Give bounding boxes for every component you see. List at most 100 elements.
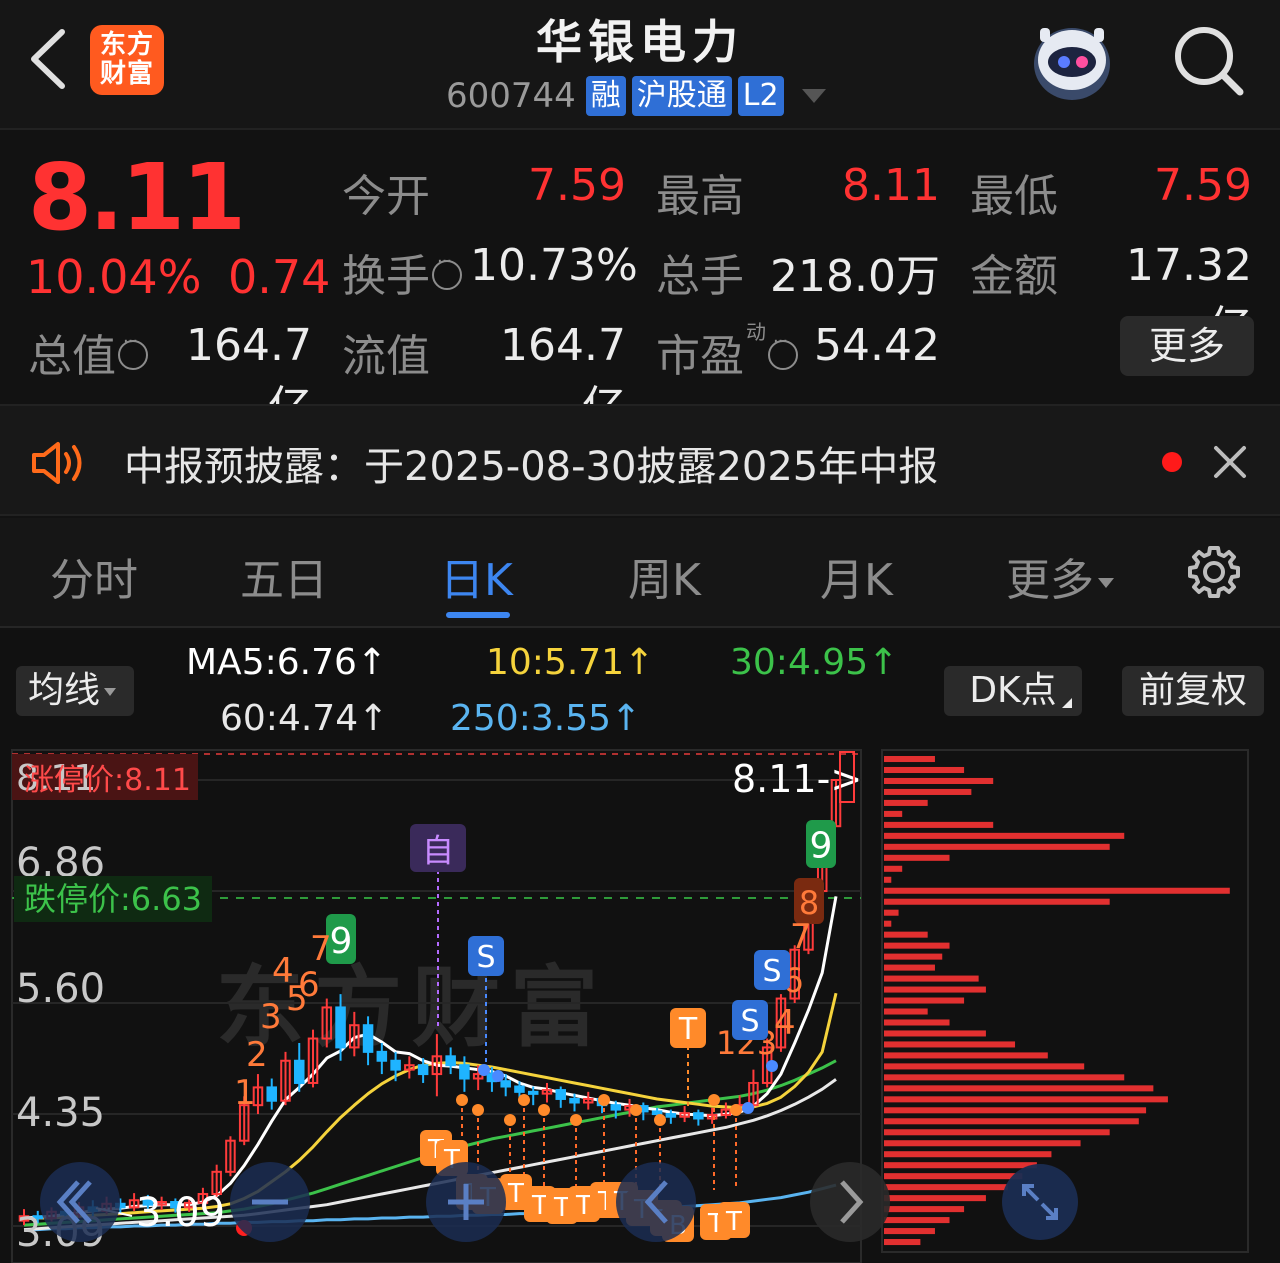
t-marker-top: T bbox=[670, 1008, 706, 1048]
candle-body bbox=[514, 1085, 525, 1093]
market-cap-label-text: 总值 bbox=[28, 331, 116, 382]
dk-dot bbox=[538, 1104, 550, 1116]
sequence-number: 6 bbox=[298, 965, 320, 1005]
candle-body bbox=[555, 1089, 567, 1100]
profile-bar bbox=[884, 1063, 1085, 1070]
stock-subtitle[interactable]: 600744 融 沪股通 L2 bbox=[446, 74, 826, 118]
candle-body bbox=[651, 1110, 663, 1116]
candle-body bbox=[417, 1064, 429, 1076]
s-marker-2: S bbox=[754, 950, 790, 990]
profile-bar bbox=[884, 1052, 1048, 1059]
candle bbox=[693, 1109, 704, 1126]
tab-five-day[interactable]: 五日 bbox=[240, 544, 328, 608]
unread-dot bbox=[1162, 452, 1182, 472]
scroll-left-button[interactable] bbox=[40, 1162, 120, 1242]
robot-assistant-icon[interactable] bbox=[1026, 16, 1118, 104]
tab-daily-k[interactable]: 日K bbox=[440, 544, 513, 608]
market-cap-label[interactable]: 总值 bbox=[28, 320, 148, 384]
dk-dot bbox=[730, 1104, 742, 1116]
close-icon[interactable] bbox=[1210, 442, 1250, 482]
float-cap-label: 流值 bbox=[342, 331, 430, 382]
fullscreen-button[interactable] bbox=[1002, 1164, 1078, 1240]
profile-bar bbox=[884, 1217, 950, 1224]
profile-bar bbox=[884, 953, 943, 960]
quote-panel: 8.11 10.04% 0.74 今开 7.59 最高 8.11 最低 7.59… bbox=[0, 132, 1280, 433]
info-icon[interactable] bbox=[768, 331, 798, 370]
tab-more-label: 更多 bbox=[1006, 555, 1094, 606]
profile-bar bbox=[884, 1096, 1168, 1103]
candle bbox=[679, 1106, 690, 1123]
dk-dot bbox=[504, 1114, 516, 1126]
profile-bar bbox=[884, 898, 1110, 905]
tab-weekly-k[interactable]: 周K bbox=[628, 544, 701, 608]
gear-icon[interactable] bbox=[1186, 544, 1242, 600]
candle bbox=[583, 1091, 594, 1110]
kline-chart-area: 均线 MA5:6.76↑ 10:5.71↑ 30:4.95↑ 60:4.74↑ … bbox=[0, 630, 1280, 1263]
period-tabs: 分时 五日 日K 周K 月K 更多 bbox=[0, 518, 1280, 628]
dk-t-marker-text: T bbox=[553, 1193, 570, 1223]
profile-bar bbox=[884, 986, 986, 993]
t-marker-top-text: T bbox=[678, 1012, 698, 1047]
active-tab-indicator bbox=[446, 612, 510, 618]
candle-body bbox=[569, 1097, 580, 1104]
zoom-in-button[interactable] bbox=[426, 1162, 506, 1242]
candle-body bbox=[445, 1055, 456, 1067]
dk-t-marker: T bbox=[718, 1202, 750, 1238]
turnover-value: 10.73% bbox=[470, 240, 638, 291]
profile-bar bbox=[884, 942, 950, 949]
nine-marker-2-text: 9 bbox=[810, 825, 833, 866]
pe-label[interactable]: 市盈 bbox=[656, 320, 798, 384]
zoom-out-button[interactable] bbox=[230, 1162, 310, 1242]
tab-more[interactable]: 更多 bbox=[1006, 544, 1114, 608]
profile-bar bbox=[884, 920, 892, 927]
volume-value: 218.0万 bbox=[770, 251, 940, 302]
dk-dot bbox=[570, 1114, 582, 1126]
profile-bar bbox=[884, 1118, 1139, 1125]
profile-bar bbox=[884, 1085, 1154, 1092]
sequence-number: 3 bbox=[260, 997, 282, 1037]
change-amount: 0.74 bbox=[228, 250, 331, 304]
info-icon[interactable] bbox=[118, 331, 148, 370]
dk-t-marker-text: T bbox=[507, 1179, 524, 1209]
search-icon[interactable] bbox=[1168, 22, 1248, 102]
scroll-back-button[interactable] bbox=[616, 1162, 696, 1242]
dk-t-marker-text: T bbox=[725, 1207, 742, 1237]
profile-bar bbox=[884, 821, 994, 828]
profile-bar bbox=[884, 1041, 1016, 1048]
chevron-down-icon[interactable] bbox=[801, 89, 826, 103]
pe-label-text: 市盈 bbox=[656, 331, 744, 382]
candle-body bbox=[500, 1080, 511, 1088]
sequence-number: 4 bbox=[774, 1003, 796, 1043]
nine-marker-2: 9 bbox=[806, 820, 836, 868]
stock-code: 600744 bbox=[446, 76, 576, 116]
profile-bar bbox=[884, 931, 928, 938]
dk-dot bbox=[630, 1104, 642, 1116]
candle bbox=[266, 1078, 277, 1110]
candle-body bbox=[693, 1112, 704, 1120]
pe-superscript: 动 bbox=[746, 320, 766, 344]
tab-intraday[interactable]: 分时 bbox=[50, 544, 138, 608]
candle bbox=[720, 1102, 732, 1119]
candle bbox=[706, 1107, 718, 1124]
speaker-icon bbox=[32, 442, 82, 484]
info-icon[interactable] bbox=[432, 251, 462, 290]
dk-dot bbox=[708, 1094, 720, 1106]
chevron-down-icon bbox=[1098, 578, 1114, 588]
high-value: 8.11 bbox=[842, 160, 940, 211]
more-quote-button[interactable]: 更多 bbox=[1120, 316, 1254, 376]
open-label: 今开 bbox=[342, 171, 430, 222]
current-price: 8.11 bbox=[28, 144, 246, 251]
s-marker-1: S bbox=[468, 936, 504, 976]
notice-bar[interactable]: 中报预披露：于2025-08-30披露2025年中报 bbox=[0, 404, 1280, 516]
tab-monthly-k[interactable]: 月K bbox=[820, 544, 893, 608]
profile-bar bbox=[884, 1195, 986, 1202]
profile-bar bbox=[884, 1129, 1110, 1136]
profile-bar bbox=[884, 756, 935, 763]
sequence-number: 2 bbox=[246, 1035, 268, 1075]
profile-bar bbox=[884, 1019, 950, 1026]
kline-chart[interactable]: 东方财富 8.11涨停价:8.116.86跌停价:6.635.604.353.0… bbox=[0, 630, 1280, 1263]
profile-bar bbox=[884, 788, 972, 795]
scroll-right-button[interactable] bbox=[810, 1162, 890, 1242]
profile-bar bbox=[884, 1228, 935, 1235]
turnover-label[interactable]: 换手 bbox=[342, 240, 462, 304]
